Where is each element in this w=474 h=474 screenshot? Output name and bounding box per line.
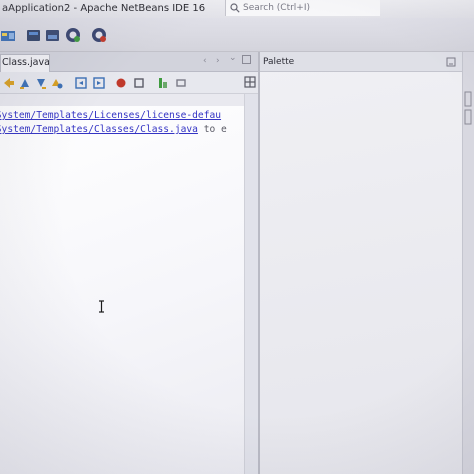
editor-tab-row: Class.java✕ ‹ › ⌄ [0,52,258,72]
chevron-left-icon[interactable]: ‹ [203,56,207,66]
find-next-icon [37,79,46,89]
next-bookmark-button[interactable] [92,76,106,90]
grip-icon [464,91,472,125]
find-previous-icon [20,79,29,89]
build-icon [92,28,106,42]
start-macro-button[interactable] [114,76,128,90]
minimize-icon [446,57,456,67]
new-project-icon [1,31,15,41]
editor-toolbar [0,72,258,94]
code-line-1: eSystem/Templates/Licenses/license-defau [0,110,221,121]
split-editor-icon [244,76,256,88]
search-placeholder: Search (Ctrl+I) [243,3,311,13]
comment-icon [159,78,167,88]
arrow-back-icon [4,78,14,88]
window-title: aApplication2 - Apache NetBeans IDE 16 [2,3,206,14]
maximize-icon[interactable] [242,55,251,64]
license-template-link[interactable]: eSystem/Templates/Licenses/license-defau [0,110,221,121]
search-icon [230,3,240,13]
toggle-highlight-button[interactable] [50,76,64,90]
minimize-button[interactable] [446,57,456,67]
ibeam-cursor-icon [98,300,105,313]
highlight-icon [52,79,63,89]
uncomment-icon [176,79,186,87]
stop-macro-button[interactable] [132,76,146,90]
find-prev-button[interactable] [18,76,32,90]
new-file-icon [27,30,40,41]
code-editor[interactable]: eSystem/Templates/Licenses/license-defau… [0,94,244,474]
class-template-link[interactable]: eSystem/Templates/Classes/Class.java [0,124,198,135]
save-all-icon [66,28,80,42]
uncomment-button[interactable] [174,76,188,90]
editor-top-strip [0,94,244,106]
new-project-button[interactable] [0,26,18,44]
palette-header: Palette [260,52,462,72]
save-all-button[interactable] [64,26,82,44]
editor-scrollbar[interactable] [244,94,258,474]
comment-button[interactable] [156,76,170,90]
tab-label: Class.java [2,57,50,68]
palette-title: Palette [263,57,295,67]
side-panel-button[interactable] [463,90,473,126]
record-icon [116,78,126,88]
new-file-button[interactable] [25,26,43,44]
prev-bookmark-button[interactable] [74,76,88,90]
stop-icon [134,78,144,88]
palette-panel: Palette [258,52,462,474]
chevron-down-icon[interactable]: ⌄ [229,53,237,63]
search-box[interactable]: Search (Ctrl+I) [225,0,380,16]
build-project-button[interactable] [90,26,108,44]
open-project-button[interactable] [44,26,62,44]
bookmark-next-icon [93,77,105,89]
chevron-right-icon[interactable]: › [216,56,220,66]
code-line-2-tail: to e [203,124,227,135]
back-button[interactable] [2,76,16,90]
main-toolbar [0,18,474,52]
bookmark-previous-icon [75,77,87,89]
code-line-2: eSystem/Templates/Classes/Class.java to … [0,124,227,135]
tab-class-java[interactable]: Class.java✕ [0,54,50,72]
find-next-button[interactable] [34,76,48,90]
split-editor-button[interactable] [244,76,256,88]
open-project-icon [46,30,59,41]
